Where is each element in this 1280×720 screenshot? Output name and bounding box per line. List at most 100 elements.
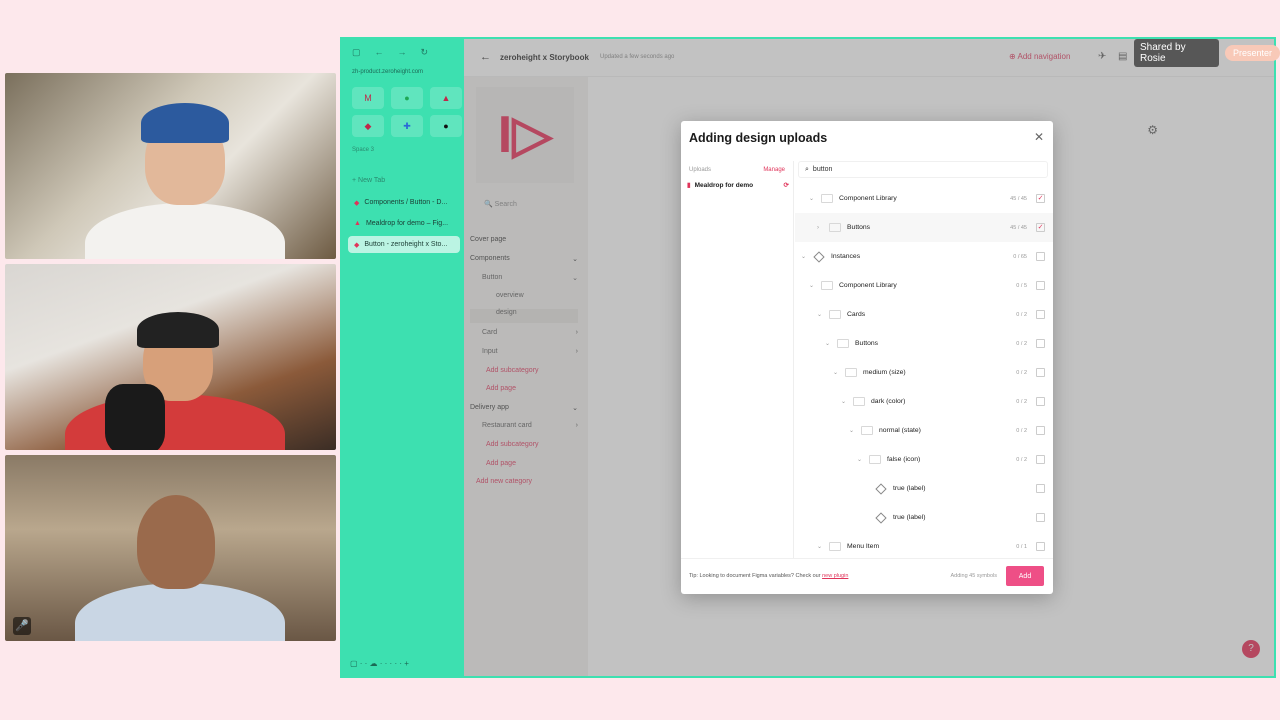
row-checkbox[interactable] [1036, 513, 1045, 522]
row-label: Buttons [847, 224, 871, 231]
chevron-down-icon: ⌄ [817, 312, 823, 318]
row-count: 45 / 45 [1010, 195, 1027, 202]
gmail-icon[interactable]: M [352, 87, 384, 109]
folder-icon [853, 397, 865, 406]
github-icon[interactable]: ● [430, 115, 462, 137]
browser-toolbar: ▢ ← → ↻ [352, 47, 428, 58]
new-plugin-link[interactable]: new plugin [822, 573, 848, 579]
folder-icon [821, 281, 833, 290]
tree-row[interactable]: ⌄ Instances 0 / 65 [795, 242, 1053, 271]
row-count: 0 / 2 [1016, 427, 1027, 434]
chevron-down-icon: ⌄ [809, 283, 815, 289]
tip-text: Tip: Looking to document Figma variables… [689, 573, 848, 579]
reload-icon[interactable]: ↻ [421, 47, 429, 58]
new-tab-button[interactable]: + New Tab [352, 177, 385, 184]
row-checkbox[interactable] [1036, 542, 1045, 551]
row-checkbox[interactable] [1036, 339, 1045, 348]
folder-icon [845, 368, 857, 377]
row-checkbox[interactable] [1036, 426, 1045, 435]
chevron-down-icon: ⌄ [833, 370, 839, 376]
tree-row[interactable]: ⌄ Component Library 0 / 5 [795, 271, 1053, 300]
whatsapp-icon[interactable]: ● [391, 87, 423, 109]
tree-row[interactable]: ⌄ dark (color) 0 / 2 [795, 387, 1053, 416]
row-count: 0 / 2 [1016, 456, 1027, 463]
row-checkbox[interactable]: ✓ [1036, 223, 1045, 232]
row-count: 0 / 5 [1016, 282, 1027, 289]
folder-icon [821, 194, 833, 203]
refresh-icon[interactable]: ⟳ [784, 181, 789, 189]
row-label: normal (state) [879, 427, 921, 434]
adding-count: Adding 45 symbols [950, 573, 997, 579]
uploads-label: Uploads [689, 167, 712, 173]
participant-body [65, 394, 285, 450]
upload-item[interactable]: ▮ Mealdrop for demo ⟳ [687, 181, 789, 190]
folder-icon [829, 223, 841, 232]
tree-row[interactable]: ⌄ medium (size) 0 / 2 [795, 358, 1053, 387]
participant-body [85, 203, 285, 259]
participant-body [75, 583, 285, 641]
browser-tab[interactable]: ▲ Mealdrop for demo – Fig... [348, 215, 460, 232]
row-checkbox[interactable] [1036, 281, 1045, 290]
row-checkbox[interactable] [1036, 484, 1045, 493]
row-label: true (label) [893, 485, 926, 492]
row-checkbox[interactable] [1036, 368, 1045, 377]
forward-icon[interactable]: → [398, 47, 407, 58]
row-checkbox[interactable]: ✓ [1036, 194, 1045, 203]
component-icon [813, 250, 825, 263]
browser-tab[interactable]: ◆ Components / Button - D... [348, 194, 460, 211]
folder-icon [861, 426, 873, 435]
folder-icon [829, 310, 841, 319]
tip-label: Tip: Looking to document Figma variables… [689, 573, 821, 579]
chevron-down-icon: ⌄ [857, 457, 863, 463]
figma-icon[interactable]: ▲ [430, 87, 462, 109]
back-icon[interactable]: ← [375, 47, 384, 58]
row-checkbox[interactable] [1036, 310, 1045, 319]
uploads-panel: Uploads Manage ▮ Mealdrop for demo ⟳ [681, 161, 794, 558]
row-count: 0 / 2 [1016, 340, 1027, 347]
row-checkbox[interactable] [1036, 252, 1045, 261]
folder-icon [837, 339, 849, 348]
row-count: 0 / 65 [1013, 253, 1027, 260]
sidebar-bottom-icons[interactable]: ▢ · · ☁ · · · · · + [350, 659, 409, 668]
browser-sidebar: ▢ ← → ↻ zh-product.zeroheight.com M ● ▲ … [342, 39, 463, 676]
chevron-right-icon: › [817, 224, 819, 231]
search-input[interactable]: ⌕ button [798, 161, 1048, 178]
row-label: Buttons [855, 340, 879, 347]
microphone [105, 384, 165, 450]
participant-head [137, 495, 215, 589]
tree-row[interactable]: ⌄ Buttons 0 / 2 [795, 329, 1053, 358]
participant-cap [141, 103, 229, 143]
add-button[interactable]: Add [1006, 566, 1044, 586]
modal-footer: Tip: Looking to document Figma variables… [681, 558, 1053, 594]
browser-tab-active[interactable]: ◆ Button - zeroheight x Sto... [348, 236, 460, 253]
pin-icon[interactable]: ✚ [391, 115, 423, 137]
tree-row[interactable]: true (label) [795, 474, 1053, 503]
row-count: 0 / 2 [1016, 398, 1027, 405]
row-checkbox[interactable] [1036, 455, 1045, 464]
tree-row[interactable]: ⌄ Menu Item 0 / 1 [795, 532, 1053, 558]
row-label: Component Library [839, 195, 897, 202]
tree-row[interactable]: ⌄ false (icon) 0 / 2 [795, 445, 1053, 474]
row-count: 45 / 45 [1010, 224, 1027, 231]
tab-label: Components / Button - D... [364, 199, 448, 206]
tree-row[interactable]: ⌄ Cards 0 / 2 [795, 300, 1053, 329]
sidebar-toggle-icon[interactable]: ▢ [352, 47, 361, 58]
url-bar[interactable]: zh-product.zeroheight.com [352, 69, 423, 75]
manage-link[interactable]: Manage [763, 167, 785, 173]
folder-icon [869, 455, 881, 464]
presenter-label: Presenter [1224, 45, 1280, 61]
tree-row[interactable]: true (label) [795, 503, 1053, 532]
figma-icon: ▮ [687, 182, 691, 189]
participant-video-3: 🎤 [5, 455, 336, 641]
close-icon[interactable]: ✕ [1034, 130, 1044, 144]
storybook-icon: ◆ [354, 199, 360, 207]
app-icon[interactable]: ◆ [352, 115, 384, 137]
row-checkbox[interactable] [1036, 397, 1045, 406]
space-label[interactable]: Space 3 [352, 147, 374, 153]
mic-icon[interactable]: 🎤 [13, 617, 31, 635]
shared-by-label: Shared by Rosie [1134, 39, 1219, 67]
tree-row[interactable]: ⌄ normal (state) 0 / 2 [795, 416, 1053, 445]
tree-row[interactable]: › Buttons 45 / 45 ✓ [795, 213, 1053, 242]
tree-row[interactable]: ⌄ Component Library 45 / 45 ✓ [795, 184, 1053, 213]
search-value: button [812, 166, 833, 173]
